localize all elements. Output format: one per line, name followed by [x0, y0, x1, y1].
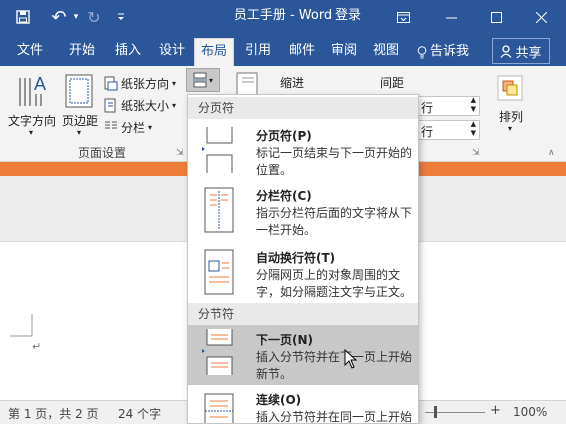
menu-item-title: 自动换行符(T)	[256, 251, 336, 265]
columns-icon	[105, 121, 117, 128]
login-button[interactable]: 登录	[335, 0, 361, 34]
title-bar: ↶ ▾ ↻ 员工手册 - Word 登录	[0, 0, 566, 34]
menu-item-title: 下一页(N)	[256, 333, 314, 347]
ribbon-tabs: 文件 开始 插入 设计 布局 引用 邮件 审阅 视图 告诉我	[0, 34, 566, 66]
tab-review[interactable]: 审阅	[322, 38, 366, 66]
size-button[interactable]: 纸张大小 ▾	[104, 96, 176, 114]
page-setup-group-label: 页面设置	[78, 146, 127, 160]
redo-icon: ↻	[87, 7, 101, 27]
menu-item-next-page[interactable]: 下一页(N) 插入分节符并在下一页上开始新节。	[188, 325, 418, 385]
chevron-down-icon: ▾	[508, 124, 513, 133]
menu-item-title: 分页符(P)	[256, 129, 312, 143]
share-button[interactable]: 共享	[492, 38, 550, 64]
margins-button[interactable]: 页边距 ▾	[60, 70, 100, 140]
chevron-down-icon: ▾	[208, 75, 213, 85]
chevron-down-icon: ▾	[172, 78, 177, 88]
section-section-breaks: 分节符	[188, 303, 418, 325]
lightbulb-icon	[417, 45, 427, 58]
text-direction-icon: A	[19, 74, 46, 106]
tell-me-label: 告诉我	[429, 44, 469, 59]
page-size-icon	[104, 98, 116, 112]
spacing-label: 间距	[380, 76, 405, 90]
zoom-level[interactable]: 100%	[513, 405, 547, 419]
tab-home[interactable]: 开始	[60, 38, 104, 66]
continuous-break-icon	[204, 393, 234, 423]
ribbon-display-options-icon[interactable]	[393, 0, 413, 34]
menu-item-title: 分栏符(C)	[256, 189, 312, 203]
zoom-slider-thumb[interactable]	[434, 406, 437, 418]
orientation-label: 纸张方向	[121, 76, 170, 91]
maximize-icon[interactable]	[485, 0, 507, 34]
close-icon[interactable]	[530, 0, 552, 34]
menu-item-title: 连续(O)	[256, 393, 302, 407]
undo-icon[interactable]: ↶	[48, 0, 70, 34]
collapse-ribbon-icon[interactable]: ∧	[548, 148, 555, 158]
orientation-icon	[104, 76, 118, 90]
arrange-icon	[497, 75, 523, 101]
spinner-arrows-icon[interactable]: ▲ ▼	[471, 96, 476, 114]
save-icon[interactable]	[12, 0, 34, 34]
menu-item-continuous[interactable]: 连续(O) 插入分节符并在同一页上开始	[188, 387, 418, 424]
size-label: 纸张大小	[121, 98, 170, 113]
breaks-button[interactable]: ▾	[186, 68, 220, 92]
menu-item-column-break[interactable]: 分栏符(C) 指示分栏符后面的文字将从下一栏开始。	[188, 183, 418, 243]
paragraph-dialog-launcher-icon[interactable]: ⇲	[472, 148, 480, 158]
person-icon	[500, 44, 512, 58]
menu-item-text-wrapping-break[interactable]: 自动换行符(T) 分隔网页上的对象周围的文字，如分隔题注文字与正文。	[188, 245, 418, 305]
chevron-down-icon: ▾	[172, 100, 177, 110]
tab-view[interactable]: 视图	[364, 38, 408, 66]
menu-item-description: 分隔网页上的对象周围的文字，如分隔题注文字与正文。	[256, 268, 413, 299]
share-label: 共享	[515, 45, 542, 61]
margins-icon	[65, 74, 93, 108]
tab-layout[interactable]: 布局	[194, 38, 234, 66]
columns-button[interactable]: 分栏 ▾	[104, 118, 152, 136]
tab-references[interactable]: 引用	[236, 38, 280, 66]
next-page-break-icon	[202, 329, 233, 375]
text-wrapping-break-icon	[204, 249, 234, 295]
chevron-down-icon: ▾	[29, 128, 34, 137]
mouse-cursor-icon	[344, 349, 358, 369]
tell-me-box[interactable]: 告诉我	[412, 38, 474, 66]
spacing-after-spinner[interactable]: 行 ▲ ▼	[418, 120, 480, 140]
text-direction-button[interactable]: A 文字方向 ▾	[6, 70, 58, 140]
zoom-in-icon[interactable]: +	[490, 403, 501, 418]
minimize-icon[interactable]	[440, 0, 462, 34]
tab-insert[interactable]: 插入	[106, 38, 150, 66]
column-break-icon	[204, 187, 234, 233]
page-break-icon	[202, 127, 233, 173]
menu-item-page-break[interactable]: 分页符(P) 标记一页结束与下一页开始的位置。	[188, 121, 418, 181]
svg-text:A: A	[34, 74, 46, 94]
menu-item-description: 指示分栏符后面的文字将从下一栏开始。	[256, 206, 413, 237]
spacing-before-value: 行	[421, 101, 434, 115]
menu-item-description: 插入分节符并在同一页上开始	[256, 410, 413, 424]
word-count[interactable]: 24 个字	[118, 405, 161, 422]
spacing-before-spinner[interactable]: 行 ▲ ▼	[418, 96, 480, 116]
text-direction-label: 文字方向	[7, 114, 56, 128]
menu-item-description: 插入分节符并在下一页上开始新节。	[256, 350, 413, 381]
breaks-menu: 分页符 分页符(P) 标记一页结束与下一页开始的位置。 分栏符(C) 指示分栏符…	[187, 94, 419, 424]
spinner-arrows-icon[interactable]: ▲ ▼	[471, 120, 476, 138]
page-setup-dialog-launcher-icon[interactable]: ⇲	[176, 148, 184, 158]
indent-label: 缩进	[280, 76, 305, 90]
columns-label: 分栏	[121, 120, 146, 135]
page-count[interactable]: 第 1 页，共 2 页	[8, 405, 99, 422]
tab-file[interactable]: 文件	[8, 38, 52, 66]
tab-mailings[interactable]: 邮件	[280, 38, 324, 66]
margins-label: 页边距	[61, 114, 98, 128]
chevron-down-icon: ▾	[77, 128, 82, 137]
paragraph-mark: ↵	[32, 340, 42, 353]
spacing-after-value: 行	[421, 125, 434, 139]
arrange-button[interactable]: 排列 ▾	[492, 70, 530, 140]
tab-design[interactable]: 设计	[150, 38, 194, 66]
section-page-breaks: 分页符	[188, 97, 418, 119]
menu-item-description: 标记一页结束与下一页开始的位置。	[256, 146, 413, 177]
margin-corner-mark	[10, 314, 33, 337]
arrange-label: 排列	[498, 110, 523, 124]
page-break-icon	[192, 72, 207, 88]
orientation-button[interactable]: 纸张方向 ▾	[104, 74, 176, 92]
customize-toolbar-icon[interactable]	[112, 0, 130, 34]
undo-dropdown-icon[interactable]: ▾	[70, 0, 82, 34]
chevron-down-icon: ▾	[148, 122, 153, 132]
